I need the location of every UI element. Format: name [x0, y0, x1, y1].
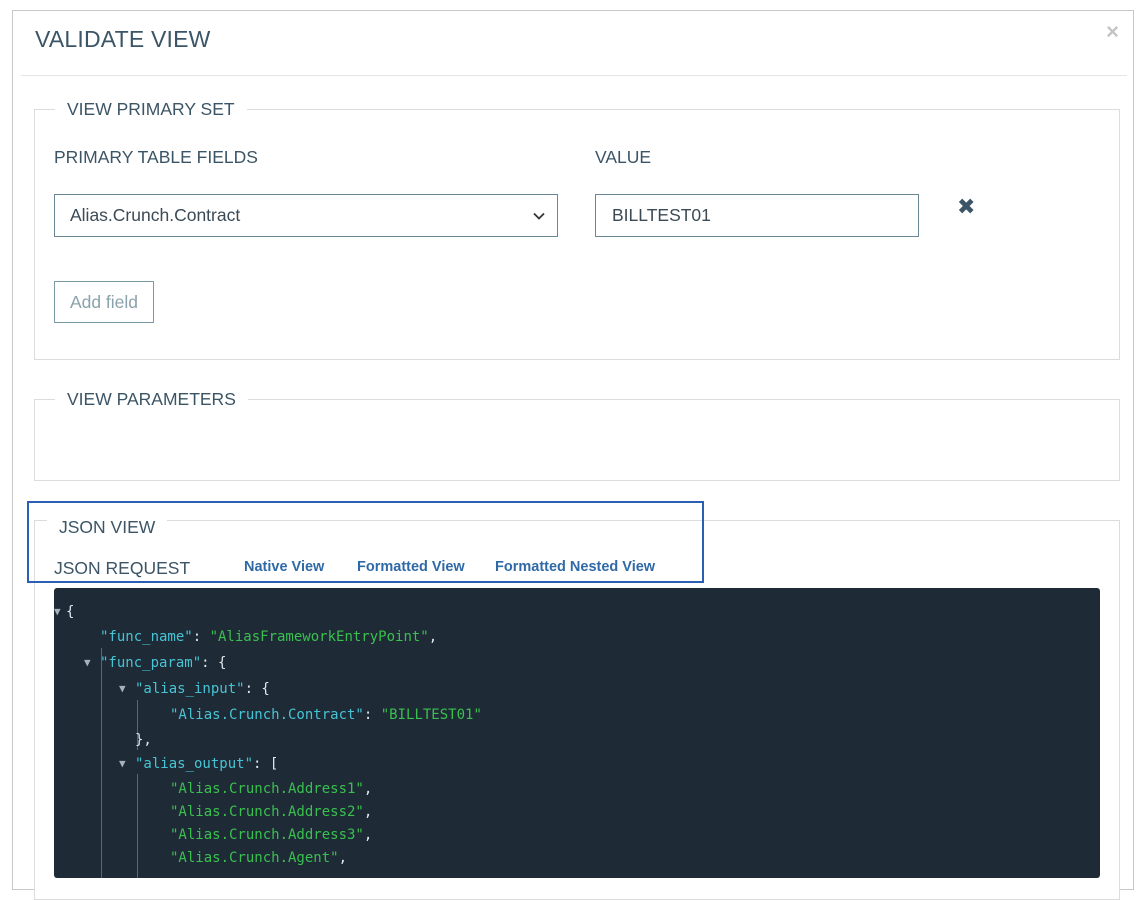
selected-field-text: Alias.Crunch.Contract [70, 205, 241, 225]
primary-table-fields-label: PRIMARY TABLE FIELDS [54, 147, 258, 167]
modal-title: VALIDATE VIEW [35, 26, 211, 52]
chevron-down-icon [521, 195, 557, 236]
add-field-button[interactable]: Add field [54, 281, 154, 323]
formatted-nested-view-link[interactable]: Formatted Nested View [495, 559, 655, 575]
json-line: "alias_output": [ [135, 756, 279, 772]
value-input[interactable] [595, 194, 919, 237]
json-line: "Alias.Crunch.Contract": "BILLTEST01" [170, 707, 482, 723]
collapse-toggle-icon[interactable]: ▼ [119, 680, 126, 698]
json-line: "func_name": "AliasFrameworkEntryPoint", [100, 629, 438, 645]
json-view-legend: JSON VIEW [47, 517, 168, 537]
collapse-toggle-icon[interactable]: ▼ [54, 603, 61, 621]
view-primary-set-legend: VIEW PRIMARY SET [67, 99, 235, 119]
json-code-viewer[interactable]: ▼ { "func_name": "AliasFrameworkEntryPoi… [54, 588, 1100, 878]
json-line: { [66, 604, 75, 620]
native-view-link[interactable]: Native View [244, 559, 324, 575]
json-request-label: JSON REQUEST [54, 558, 191, 578]
json-line: "func_param": { [100, 655, 227, 671]
validate-view-modal: VALIDATE VIEW × VIEW PRIMARY SET PRIMARY… [12, 10, 1134, 900]
formatted-view-link[interactable]: Formatted View [357, 559, 465, 575]
json-line: "Alias.Crunch.Agent", [170, 850, 348, 866]
view-parameters-legend: VIEW PARAMETERS [67, 389, 236, 409]
indent-guide [137, 774, 138, 878]
header-divider [21, 75, 1127, 76]
json-line: "Alias.Crunch.Address3", [170, 827, 373, 843]
value-label: VALUE [595, 147, 652, 167]
collapse-toggle-icon[interactable]: ▼ [84, 654, 91, 672]
json-line: "Alias.Crunch.Address2", [170, 804, 373, 820]
json-line: }, [135, 732, 152, 748]
remove-field-icon[interactable]: ✖ [957, 194, 975, 220]
view-parameters-section: VIEW PARAMETERS [34, 389, 1120, 481]
collapse-toggle-icon[interactable]: ▼ [119, 755, 126, 773]
close-icon[interactable]: × [1106, 21, 1119, 43]
json-line: "Alias.Crunch.Address1", [170, 781, 373, 797]
json-line: "alias_input": { [135, 681, 270, 697]
indent-guide [101, 648, 102, 878]
primary-table-field-select[interactable]: Alias.Crunch.Contract [54, 194, 558, 237]
